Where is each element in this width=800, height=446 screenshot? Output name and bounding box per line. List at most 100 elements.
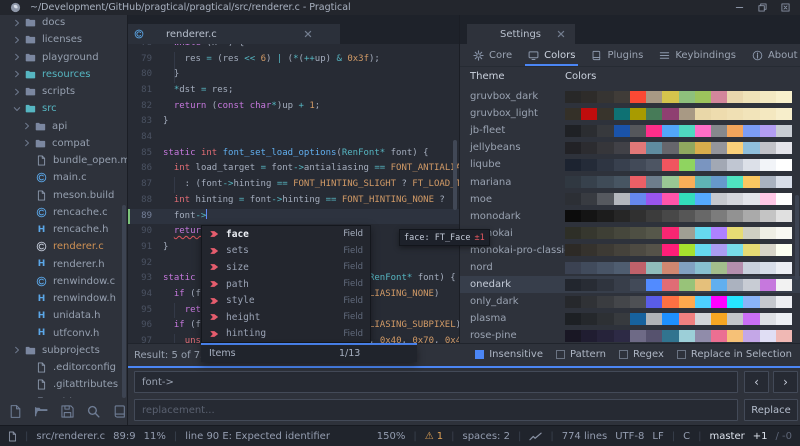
autocomplete-item-hinting[interactable]: hinting Field <box>202 326 370 343</box>
checkbox-icon[interactable] <box>555 350 565 359</box>
statusbar-item[interactable]: spaces: 2 <box>462 431 509 442</box>
settings-tab-core[interactable]: Core <box>473 44 512 66</box>
theme-row-onedark[interactable]: onedark <box>460 276 800 294</box>
theme-row-gruvbox_dark[interactable]: gruvbox_dark <box>460 88 800 105</box>
chevron-right-icon[interactable] <box>23 122 31 130</box>
tree-item-unidata.h[interactable]: Hunidata.h <box>0 307 127 324</box>
theme-row-monokai-pro-classic[interactable]: monokai-pro-classic <box>460 242 800 259</box>
option-insensitive[interactable]: Insensitive <box>475 349 543 360</box>
statusbar-item[interactable]: UTF-8 <box>615 431 644 442</box>
checkbox-icon[interactable] <box>618 350 628 359</box>
tree-item-scripts[interactable]: scripts <box>0 83 127 100</box>
tree-item-dot-gitattributes[interactable]: .gitattributes <box>0 376 127 393</box>
code-line-89[interactable]: 89 font-> <box>128 208 459 225</box>
tree-item-resources[interactable]: resources <box>0 66 127 83</box>
chevron-down-icon[interactable] <box>13 105 21 113</box>
chevron-right-icon[interactable] <box>13 53 21 61</box>
chevron-right-icon[interactable] <box>13 346 21 354</box>
code-line-79[interactable]: 79 res = (res << 6) | (*(++up) & 0x3f); <box>128 51 459 68</box>
statusbar-item[interactable]: 150% <box>377 431 406 442</box>
tree-item-docs[interactable]: docs <box>0 15 127 31</box>
code-line-80[interactable]: 80 } <box>128 67 459 83</box>
theme-row-nord[interactable]: nord <box>460 259 800 276</box>
warning-count[interactable]: ⚠ 1 <box>425 431 443 442</box>
theme-row-jb-fleet[interactable]: jb-fleet <box>460 122 800 139</box>
open-folder-icon[interactable] <box>34 404 49 419</box>
option-pattern[interactable]: Pattern <box>555 349 606 360</box>
chevron-right-icon[interactable] <box>13 70 21 78</box>
statusbar-item[interactable]: +1 <box>753 431 768 442</box>
tree-item-rencache.h[interactable]: Hrencache.h <box>0 221 127 238</box>
theme-row-liqube[interactable]: liqube <box>460 156 800 173</box>
tree-item-compat[interactable]: compat <box>0 135 127 152</box>
checkbox-icon[interactable] <box>676 350 686 359</box>
tree-item-renderer.c[interactable]: renderer.c <box>0 238 127 255</box>
doc-icon[interactable] <box>8 431 17 442</box>
code-line-83[interactable]: 83} <box>128 114 459 130</box>
save-icon[interactable] <box>60 404 75 419</box>
autocomplete-item-height[interactable]: height Field <box>202 309 370 326</box>
autocomplete-item-face[interactable]: face Field <box>202 226 370 243</box>
settings-tab-about[interactable]: About <box>752 44 798 66</box>
find-previous-button[interactable]: ‹ <box>744 371 769 393</box>
tree-item-bundle_open.m[interactable]: bundle_open.m <box>0 152 127 169</box>
tree-item-meson.build[interactable]: meson.build <box>0 187 127 204</box>
code-line-87[interactable]: 87 : (font->hinting == FONT_HINTING_SLIG… <box>128 177 459 193</box>
option-replace-in-selection[interactable]: Replace in Selection <box>676 349 792 360</box>
statusbar-item[interactable]: 11% <box>144 431 166 442</box>
theme-row-moe[interactable]: moe <box>460 191 800 208</box>
autocomplete-item-path[interactable]: path Field <box>202 276 370 293</box>
tree-item-renwindow.h[interactable]: Hrenwindow.h <box>0 290 127 307</box>
statusbar-item[interactable]: 774 lines <box>562 431 608 442</box>
restore-button[interactable] <box>758 3 767 12</box>
code-line-86[interactable]: 86 int load_target = font->antialiasing … <box>128 161 459 177</box>
statusbar-item[interactable]: line 90 E: Expected identifier <box>185 431 330 442</box>
theme-row-rose-pine[interactable]: rose-pine <box>460 327 800 343</box>
chevron-right-icon[interactable] <box>13 88 21 96</box>
theme-row-gruvbox_light[interactable]: gruvbox_light <box>460 105 800 122</box>
theme-row-only_dark[interactable]: only_dark <box>460 293 800 310</box>
tree-item-renwindow.c[interactable]: renwindow.c <box>0 273 127 290</box>
settings-tab-colors[interactable]: Colors <box>525 44 579 66</box>
search-icon[interactable] <box>86 404 101 419</box>
statusbar-item[interactable]: 89:9 <box>113 431 135 442</box>
log-icon[interactable] <box>112 404 127 419</box>
tree-item-api[interactable]: api <box>0 118 127 135</box>
theme-row-monokai[interactable]: monokai <box>460 225 800 242</box>
tree-item-renderer.h[interactable]: Hrenderer.h <box>0 256 127 273</box>
settings-tab-keybindings[interactable]: Keybindings <box>659 44 736 66</box>
theme-row-plasma[interactable]: plasma <box>460 310 800 327</box>
autocomplete-item-style[interactable]: style Field <box>202 292 370 309</box>
statusbar-item[interactable]: master <box>709 431 744 442</box>
settings-close-icon[interactable] <box>557 30 565 38</box>
editor-scrollbar[interactable] <box>453 140 457 210</box>
chevron-right-icon[interactable] <box>23 139 31 147</box>
statusbar-item[interactable]: / -0 <box>775 431 792 442</box>
replace-button[interactable]: Replace <box>744 399 798 421</box>
checkbox-icon[interactable] <box>475 350 485 359</box>
statusbar-item[interactable]: src/renderer.c <box>36 431 105 442</box>
chart-icon[interactable] <box>529 431 543 442</box>
option-regex[interactable]: Regex <box>618 349 664 360</box>
autocomplete-item-size[interactable]: size Field <box>202 259 370 276</box>
replace-input[interactable] <box>134 399 738 421</box>
code-line-88[interactable]: 88 int hinting = font->hinting == FONT_H… <box>128 193 459 209</box>
tab-close-icon[interactable] <box>304 30 312 38</box>
tree-item-subprojects[interactable]: subprojects <box>0 342 127 359</box>
theme-row-monodark[interactable]: monodark <box>460 208 800 225</box>
tree-item-licenses[interactable]: licenses <box>0 31 127 48</box>
tree-item-playground[interactable]: playground <box>0 49 127 66</box>
find-next-button[interactable]: › <box>773 371 798 393</box>
find-input[interactable] <box>134 371 738 393</box>
tab-settings[interactable]: Settings <box>467 24 575 44</box>
chevron-right-icon[interactable] <box>13 19 21 27</box>
close-window-button[interactable] <box>781 3 790 12</box>
code-line-85[interactable]: 85 static int font_set_load_options(RenFo… <box>128 146 459 162</box>
theme-row-jellybeans[interactable]: jellybeans <box>460 139 800 156</box>
tree-item-src[interactable]: src <box>0 100 127 117</box>
tree-scrollbar[interactable] <box>122 205 126 398</box>
tree-item-utfconv.h[interactable]: Hutfconv.h <box>0 325 127 342</box>
settings-scrollbar[interactable] <box>795 195 799 280</box>
code-line-82[interactable]: 82 return (const char*)up + 1; <box>128 99 459 115</box>
minimize-button[interactable] <box>735 3 744 12</box>
